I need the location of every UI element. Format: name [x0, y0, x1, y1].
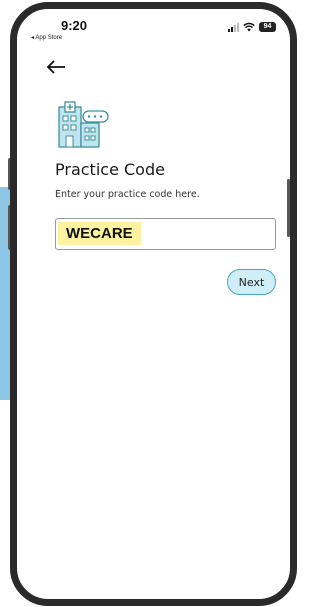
page-title: Practice Code [55, 160, 165, 179]
arrow-left-icon[interactable] [45, 56, 67, 78]
page-subtitle: Enter your practice code here. [55, 189, 200, 200]
signal-icon [228, 22, 239, 32]
status-icons: 94 [228, 22, 276, 32]
practice-code-input[interactable]: WECARE [55, 218, 276, 250]
phone-frame: 9:20 ◂ App Store 94 Practice Code Enter … [10, 2, 297, 606]
status-time: 9:20 [61, 18, 88, 33]
wifi-icon [243, 22, 255, 32]
back-to-app-store-link[interactable]: ◂ App Store [31, 34, 62, 41]
hospital-chat-icon [58, 101, 109, 148]
status-bar: 9:20 ◂ App Store 94 [17, 9, 290, 49]
battery-icon: 94 [259, 22, 276, 32]
phone-side-button [287, 179, 290, 237]
practice-code-value: WECARE [58, 222, 141, 245]
next-button[interactable]: Next [227, 269, 276, 295]
